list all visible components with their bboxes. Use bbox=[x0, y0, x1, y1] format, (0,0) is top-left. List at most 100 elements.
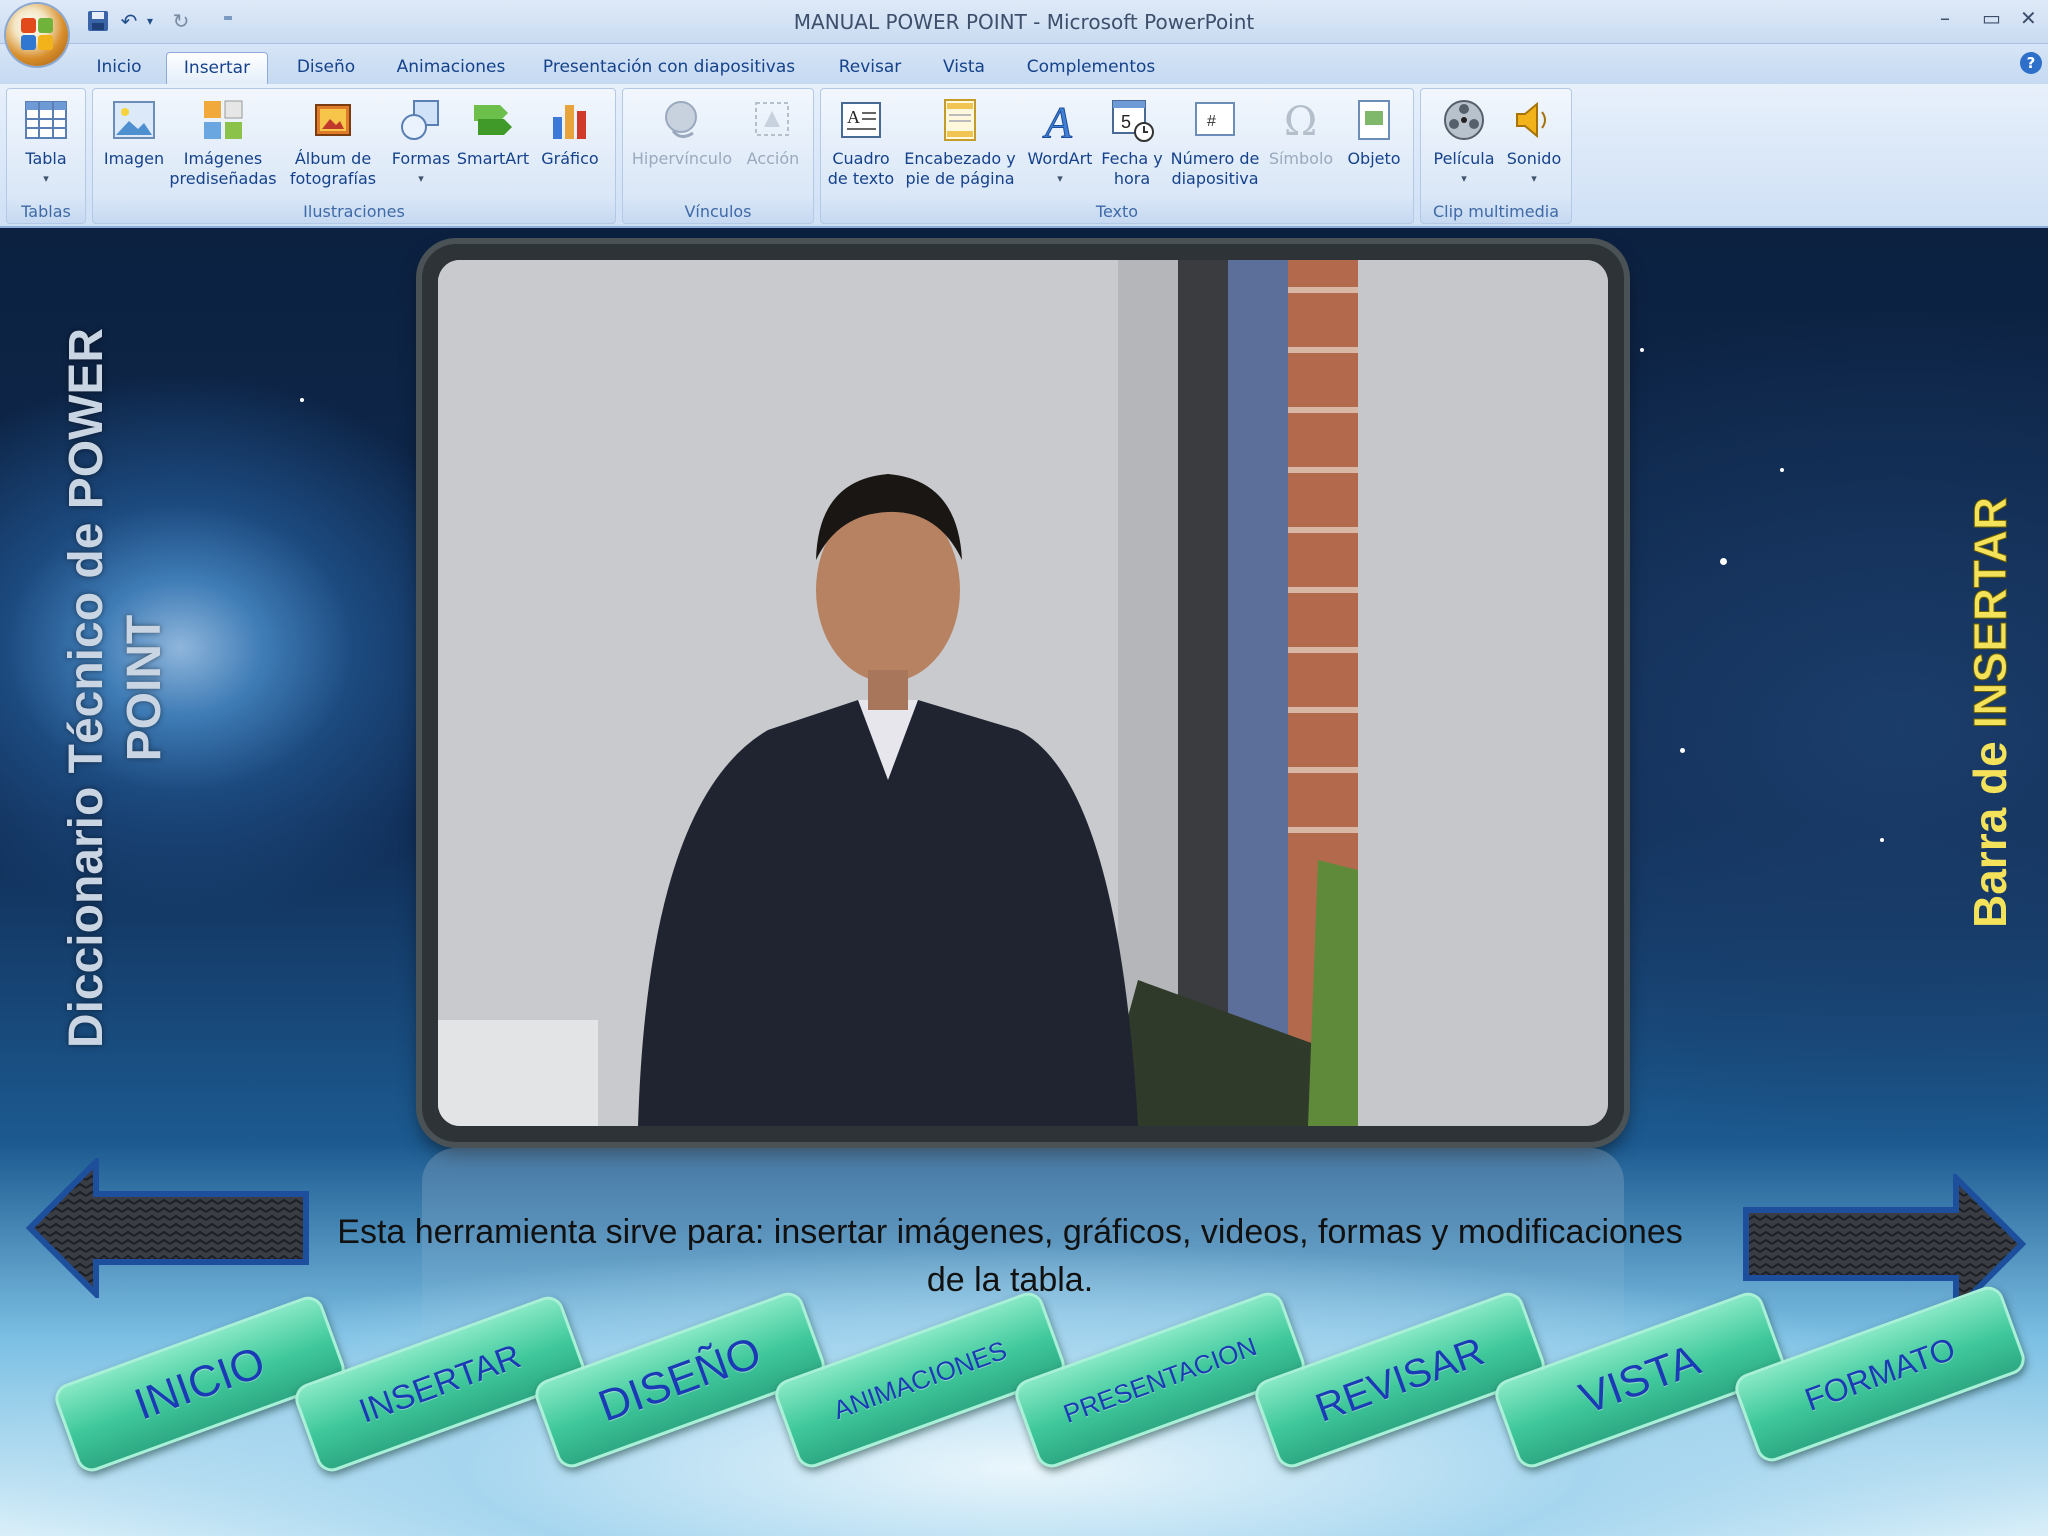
header-footer-icon bbox=[944, 99, 976, 141]
hipervinculo-button[interactable]: Hipervínculo bbox=[629, 97, 735, 169]
title-bar: ↶ ▾ ↻ ⁼ MANUAL POWER POINT - Microsoft P… bbox=[0, 0, 2048, 44]
encabezado-pie-label: Encabezado y pie de página bbox=[904, 149, 1016, 188]
vertical-section-title-prefix: Barra de bbox=[1964, 728, 2016, 928]
sonido-label: Sonido bbox=[1506, 149, 1562, 168]
tabla-label: Tabla bbox=[25, 149, 67, 168]
grafico-button[interactable]: Gráfico bbox=[533, 97, 607, 169]
tab-insertar[interactable]: Insertar bbox=[166, 52, 268, 84]
tab-vista[interactable]: Vista bbox=[932, 52, 996, 84]
speaker-icon bbox=[1516, 101, 1546, 139]
formas-label: Formas bbox=[391, 149, 451, 168]
cuadro-texto-button[interactable]: A Cuadro de texto bbox=[825, 97, 897, 189]
chevron-down-icon: ▾ bbox=[1531, 172, 1537, 185]
simbolo-button[interactable]: Ω Símbolo bbox=[1265, 97, 1337, 169]
wordart-icon: A bbox=[1042, 98, 1074, 144]
fecha-hora-button[interactable]: 5 Fecha y hora bbox=[1101, 97, 1163, 189]
shapes-icon bbox=[401, 100, 439, 140]
pelicula-label: Película bbox=[1433, 149, 1495, 168]
calendar-clock-icon: 5 bbox=[1112, 100, 1154, 142]
film-reel-icon bbox=[1444, 100, 1484, 140]
object-icon bbox=[1358, 100, 1390, 140]
minimize-button[interactable]: – bbox=[1940, 6, 1950, 30]
office-button[interactable] bbox=[6, 4, 68, 66]
formas-button[interactable]: Formas ▾ bbox=[389, 97, 453, 189]
grafico-label: Gráfico bbox=[541, 149, 599, 168]
svg-text:A: A bbox=[1042, 98, 1073, 143]
imagen-label: Imagen bbox=[103, 149, 165, 168]
accion-button[interactable]: Acción bbox=[737, 97, 809, 169]
slide-number-icon: # bbox=[1195, 102, 1235, 136]
window-title: MANUAL POWER POINT - Microsoft PowerPoin… bbox=[793, 10, 1255, 34]
clipart-icon bbox=[204, 100, 243, 139]
maximize-button[interactable]: ▭ bbox=[1982, 6, 2001, 30]
help-icon[interactable]: ? bbox=[2020, 52, 2042, 74]
objeto-label: Objeto bbox=[1347, 149, 1401, 168]
previous-arrow-button[interactable] bbox=[26, 1158, 316, 1298]
numero-diapositiva-label: Número de diapositiva bbox=[1170, 149, 1260, 188]
album-fotografias-button[interactable]: Álbum de fotografías bbox=[279, 97, 387, 189]
vertical-section-title: Barra de INSERTAR bbox=[1960, 428, 2020, 928]
group-label: Texto bbox=[1095, 202, 1139, 221]
star bbox=[1680, 748, 1685, 753]
photo-frame bbox=[422, 244, 1624, 1142]
action-icon bbox=[755, 102, 789, 136]
tab-complementos[interactable]: Complementos bbox=[1016, 52, 1166, 84]
close-button[interactable]: ✕ bbox=[2020, 6, 2037, 30]
tab-inicio[interactable]: Inicio bbox=[84, 52, 154, 84]
table-icon bbox=[25, 101, 67, 139]
office-logo-icon bbox=[21, 18, 53, 50]
chevron-down-icon: ▾ bbox=[1057, 172, 1063, 185]
star bbox=[1640, 348, 1644, 352]
hyperlink-globe-icon bbox=[665, 101, 697, 138]
objeto-button[interactable]: Objeto bbox=[1339, 97, 1409, 169]
pelicula-button[interactable]: Película ▾ bbox=[1427, 97, 1501, 189]
ribbon-tabs: Inicio Insertar Diseño Animaciones Prese… bbox=[0, 44, 2048, 84]
svg-text:Ω: Ω bbox=[1284, 99, 1317, 143]
simbolo-label: Símbolo bbox=[1268, 149, 1334, 168]
star bbox=[300, 398, 304, 402]
vertical-section-title-keyword: INSERTAR bbox=[1964, 496, 2017, 729]
cuadro-texto-label: Cuadro de texto bbox=[827, 149, 895, 188]
smartart-button[interactable]: SmartArt bbox=[455, 97, 531, 169]
tab-diseno[interactable]: Diseño bbox=[284, 52, 368, 84]
chevron-down-icon: ▾ bbox=[418, 172, 424, 185]
vertical-title-line1: Diccionario Técnico de POWER bbox=[60, 327, 113, 1049]
svg-text:#: # bbox=[1207, 113, 1216, 130]
star bbox=[1880, 838, 1884, 842]
vertical-title: Diccionario Técnico de POWER POINT bbox=[58, 278, 174, 1098]
photo-album-icon bbox=[315, 104, 351, 136]
description-line2: de la tabla. bbox=[926, 1261, 1094, 1299]
ribbon: Tabla ▾ Tablas Imagen Imágenes prediseña… bbox=[0, 84, 2048, 228]
album-fotografias-label: Álbum de fotografías bbox=[289, 149, 377, 188]
chevron-down-icon: ▾ bbox=[43, 172, 49, 185]
encabezado-pie-button[interactable]: Encabezado y pie de página bbox=[901, 97, 1019, 189]
group-label: Vínculos bbox=[684, 202, 752, 221]
accion-label: Acción bbox=[746, 149, 800, 168]
imagen-button[interactable]: Imagen bbox=[97, 97, 171, 169]
svg-text:A: A bbox=[847, 107, 860, 127]
tab-animaciones[interactable]: Animaciones bbox=[388, 52, 514, 84]
group-label: Clip multimedia bbox=[1432, 202, 1560, 221]
slide-canvas: Diccionario Técnico de POWER POINT Barra… bbox=[0, 228, 2048, 1536]
chart-icon bbox=[553, 105, 586, 139]
group-tablas: Tabla ▾ Tablas bbox=[6, 88, 86, 224]
imagenes-predisenadas-button[interactable]: Imágenes prediseñadas bbox=[167, 97, 279, 189]
tab-presentacion[interactable]: Presentación con diapositivas bbox=[536, 52, 802, 84]
tabla-button[interactable]: Tabla ▾ bbox=[11, 97, 81, 189]
sonido-button[interactable]: Sonido ▾ bbox=[1501, 97, 1567, 189]
star bbox=[1780, 468, 1784, 472]
textbox-icon: A bbox=[841, 102, 881, 138]
wordart-button[interactable]: A WordArt ▾ bbox=[1021, 97, 1099, 189]
tab-revisar[interactable]: Revisar bbox=[822, 52, 918, 84]
wordart-label: WordArt bbox=[1027, 149, 1093, 168]
group-ilustraciones: Imagen Imágenes prediseñadas Álbum de fo… bbox=[92, 88, 616, 224]
chevron-down-icon: ▾ bbox=[1461, 172, 1467, 185]
group-label: Tablas bbox=[21, 202, 71, 221]
description-line1: Esta herramienta sirve para: insertar im… bbox=[337, 1213, 1683, 1251]
smartart-label: SmartArt bbox=[456, 149, 530, 168]
numero-diapositiva-button[interactable]: # Número de diapositiva bbox=[1165, 97, 1265, 189]
hipervinculo-label: Hipervínculo bbox=[631, 149, 733, 168]
smartart-icon bbox=[474, 105, 512, 135]
group-clip-multimedia: Película ▾ Sonido ▾ Clip multimedia bbox=[1420, 88, 1572, 224]
person-photo bbox=[438, 260, 1608, 1126]
